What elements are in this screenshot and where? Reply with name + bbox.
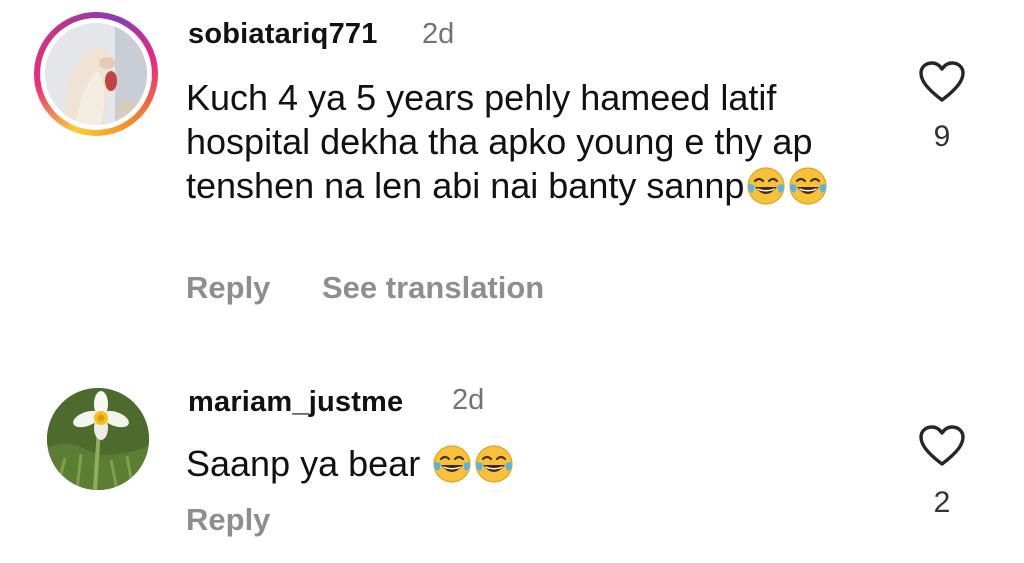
- like-count: 2: [933, 486, 951, 519]
- emoji-group: [430, 444, 514, 488]
- face-with-tears-of-joy-icon: [474, 444, 514, 484]
- face-with-tears-of-joy-icon: [746, 166, 786, 206]
- comment-username[interactable]: mariam_justme: [188, 386, 403, 419]
- face-with-tears-of-joy-icon: [788, 166, 828, 206]
- comment-item: sobiatariq771 2d Kuch 4 ya 5 years pehly…: [0, 0, 1024, 330]
- reply-button[interactable]: Reply: [186, 270, 270, 306]
- comment-text: Saanp ya bear: [186, 442, 886, 488]
- comment-timestamp: 2d: [452, 384, 485, 416]
- comment-text: Kuch 4 ya 5 years pehly hameed latif hos…: [186, 76, 886, 210]
- face-with-tears-of-joy-icon: [432, 444, 472, 484]
- heart-outline-icon[interactable]: [918, 60, 966, 104]
- avatar[interactable]: [47, 388, 149, 490]
- comment-username[interactable]: sobiatariq771: [188, 18, 378, 51]
- heart-outline-icon[interactable]: [918, 424, 966, 468]
- avatar-ring-gap: [40, 18, 152, 130]
- see-translation-button[interactable]: See translation: [322, 270, 544, 306]
- like-count: 9: [933, 120, 951, 153]
- avatar: [45, 23, 147, 125]
- comment-body: Saanp ya bear: [186, 443, 421, 484]
- daffodil-photo-icon: [47, 388, 149, 490]
- avatar-story-ring[interactable]: [34, 12, 158, 136]
- reply-button[interactable]: Reply: [186, 502, 270, 538]
- comment-body: Kuch 4 ya 5 years pehly hameed latif hos…: [186, 77, 813, 206]
- comment-timestamp: 2d: [422, 18, 455, 50]
- avatar-photo-icon: [45, 23, 147, 125]
- emoji-group: [744, 166, 828, 210]
